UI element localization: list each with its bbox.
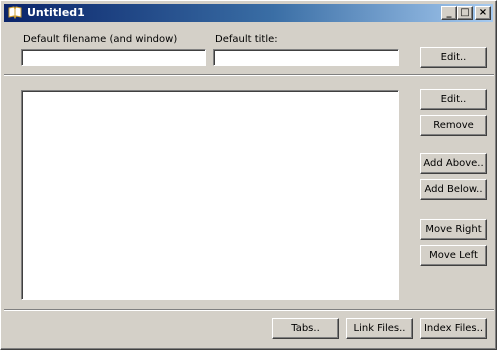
default-filename-label: Default filename (and window) [23, 34, 178, 45]
minimize-button[interactable]: _ [441, 6, 457, 20]
add-above-button[interactable]: Add Above.. [420, 153, 487, 174]
entries-list[interactable] [21, 90, 399, 300]
close-button[interactable]: × [475, 6, 491, 20]
default-filename-input[interactable] [21, 49, 206, 66]
move-left-button[interactable]: Move Left [420, 245, 487, 266]
minimize-icon: _ [446, 7, 452, 18]
move-right-button[interactable]: Move Right [420, 219, 487, 240]
index-files-button[interactable]: Index Files.. [420, 318, 487, 339]
tabs-button[interactable]: Tabs.. [272, 318, 339, 339]
default-title-label: Default title: [215, 34, 278, 45]
maximize-button[interactable]: □ [457, 6, 473, 20]
default-title-input[interactable] [213, 49, 399, 66]
title-bar[interactable]: Untitled1 _ □ × [4, 4, 493, 22]
top-divider [4, 74, 494, 76]
edit-defaults-button[interactable]: Edit.. [420, 47, 487, 68]
close-icon: × [478, 7, 488, 18]
book-icon [8, 6, 22, 19]
link-files-button[interactable]: Link Files.. [346, 318, 413, 339]
remove-button[interactable]: Remove [420, 115, 487, 136]
maximize-icon: □ [460, 7, 470, 18]
window-title: Untitled1 [27, 6, 85, 19]
add-below-button[interactable]: Add Below.. [420, 179, 487, 200]
bottom-divider [4, 309, 494, 311]
edit-entry-button[interactable]: Edit.. [420, 89, 487, 110]
main-window: Untitled1 _ □ × Default filename (and wi… [0, 0, 497, 350]
